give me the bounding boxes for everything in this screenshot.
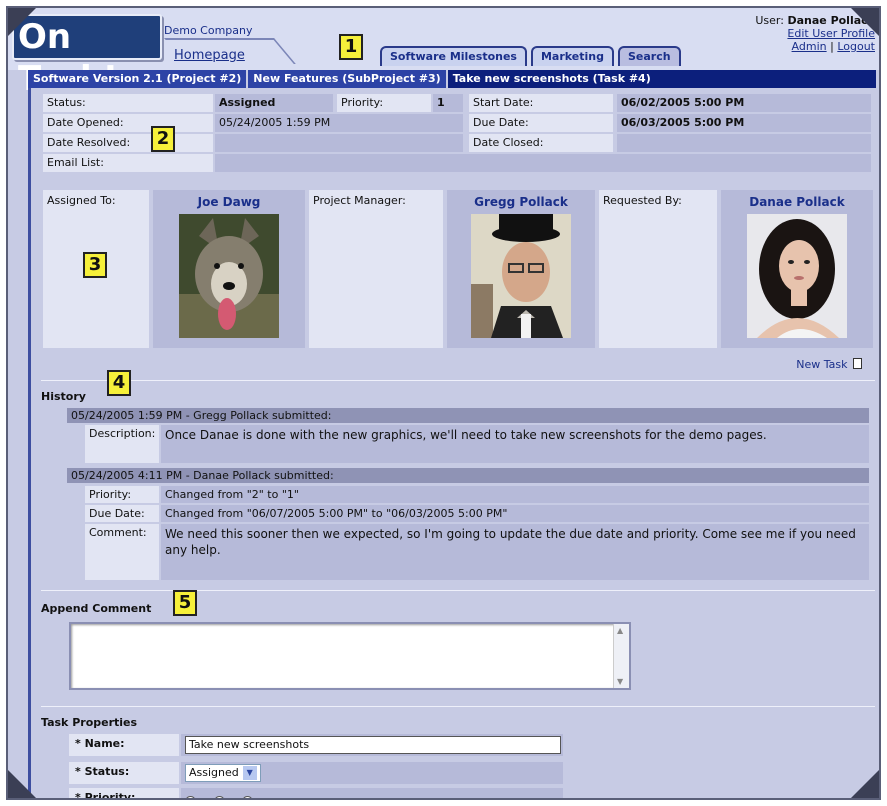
- priority-radio-2[interactable]: [213, 796, 225, 798]
- app-window: On Task! Demo Company Homepage User: Dan…: [6, 6, 881, 800]
- assigned-to-cell: Joe Dawg: [153, 190, 305, 348]
- divider-history: [41, 380, 875, 381]
- date-opened-label: Date Opened:: [43, 114, 213, 132]
- append-comment-textarea[interactable]: ▲ ▼: [69, 622, 631, 690]
- start-date-label: Start Date:: [469, 94, 613, 112]
- status-label: Status:: [43, 94, 213, 112]
- user-label: User:: [755, 14, 784, 27]
- tab-bar: Software Milestones Marketing Search: [380, 46, 681, 66]
- page-icon: [853, 358, 862, 369]
- link-separator: |: [830, 40, 834, 53]
- callout-4: 4: [107, 370, 131, 396]
- man-photo: [471, 214, 571, 338]
- priority-label: Priority:: [337, 94, 431, 112]
- priority-field-cell: [181, 788, 563, 798]
- email-list-label: Email List:: [43, 154, 213, 172]
- start-date-value: 06/02/2005 5:00 PM: [617, 94, 871, 112]
- date-resolved-label: Date Resolved:: [43, 134, 213, 152]
- breadcrumb-project[interactable]: Software Version 2.1 (Project #2): [28, 70, 249, 88]
- history-due-value: Changed from "06/07/2005 5:00 PM" to "06…: [161, 505, 869, 522]
- date-resolved-value: [215, 134, 463, 152]
- history-comment-value: We need this sooner then we expected, so…: [161, 524, 869, 580]
- callout-3: 3: [83, 252, 107, 278]
- people-panel: Assigned To: Joe Dawg Project Manager: G…: [43, 190, 873, 348]
- textarea-scrollbar[interactable]: ▲ ▼: [613, 624, 629, 688]
- status-field-label: * Status:: [69, 762, 179, 784]
- admin-link[interactable]: Admin: [792, 40, 827, 53]
- history-due-label: Due Date:: [85, 505, 159, 522]
- date-opened-value: 05/24/2005 1:59 PM: [215, 114, 463, 132]
- requested-by-cell: Danae Pollack: [721, 190, 873, 348]
- requested-by-text: Requested By:: [603, 194, 682, 207]
- append-comment-title: Append Comment: [41, 602, 152, 615]
- status-value: Assigned: [215, 94, 333, 112]
- history-comment-label: Comment:: [85, 524, 159, 580]
- assigned-to-text: Assigned To:: [47, 194, 116, 207]
- logout-link[interactable]: Logout: [837, 40, 875, 53]
- priority-field-label: * Priority:: [69, 788, 179, 798]
- assigned-to-name[interactable]: Joe Dawg: [153, 195, 305, 209]
- history-entry-2-header: 05/24/2005 4:11 PM - Danae Pollack submi…: [67, 468, 869, 483]
- date-closed-label: Date Closed:: [469, 134, 613, 152]
- status-select-value: Assigned: [189, 766, 239, 779]
- history-title: History: [41, 390, 86, 403]
- status-field-cell: Assigned ▼: [181, 762, 563, 784]
- user-box: User: Danae Pollack Edit User Profile Ad…: [755, 14, 875, 53]
- project-manager-text: Project Manager:: [313, 194, 406, 207]
- due-date-value: 06/03/2005 5:00 PM: [617, 114, 871, 132]
- history-priority-label: Priority:: [85, 486, 159, 503]
- divider-append: [41, 590, 875, 591]
- requested-by-label: Requested By:: [599, 190, 717, 348]
- tab-software-milestones[interactable]: Software Milestones: [380, 46, 527, 66]
- name-label: * Name:: [69, 734, 179, 756]
- project-manager-label: Project Manager:: [309, 190, 443, 348]
- email-list-value: [215, 154, 871, 172]
- date-closed-value: [617, 134, 871, 152]
- task-properties-title: Task Properties: [41, 716, 138, 729]
- history-description-label: Description:: [85, 425, 159, 463]
- history-description-value: Once Danae is done with the new graphics…: [161, 425, 869, 463]
- priority-radio-3[interactable]: [242, 796, 253, 798]
- project-manager-name[interactable]: Gregg Pollack: [447, 195, 595, 209]
- dog-photo: [179, 214, 279, 338]
- edit-profile-link[interactable]: Edit User Profile: [787, 27, 875, 40]
- scroll-down-icon[interactable]: ▼: [617, 677, 623, 686]
- tab-search[interactable]: Search: [618, 46, 681, 66]
- main-content: Status: Assigned Priority: 1 Start Date:…: [28, 88, 876, 798]
- breadcrumb: Software Version 2.1 (Project #2) New Fe…: [28, 70, 876, 88]
- requested-by-name[interactable]: Danae Pollack: [721, 195, 873, 209]
- app-logo[interactable]: On Task!: [12, 14, 162, 99]
- breadcrumb-subproject[interactable]: New Features (SubProject #3): [248, 70, 448, 88]
- name-field-cell: Take new screenshots: [181, 734, 563, 756]
- tab-marketing[interactable]: Marketing: [530, 46, 614, 66]
- new-task-label: New Task: [796, 358, 848, 371]
- header: On Task! Demo Company Homepage User: Dan…: [8, 8, 879, 99]
- due-date-label: Due Date:: [469, 114, 613, 132]
- priority-radio-1[interactable]: [185, 796, 196, 798]
- divider-properties: [41, 706, 875, 707]
- homepage-link[interactable]: Homepage: [174, 48, 245, 63]
- status-select[interactable]: Assigned ▼: [185, 764, 261, 782]
- history-entry-1-header: 05/24/2005 1:59 PM - Gregg Pollack submi…: [67, 408, 869, 423]
- company-name: Demo Company: [164, 24, 253, 37]
- breadcrumb-task: Take new screenshots (Task #4): [447, 70, 656, 88]
- callout-5: 5: [173, 590, 197, 616]
- history-priority-value: Changed from "2" to "1": [161, 486, 869, 503]
- callout-1: 1: [339, 34, 363, 60]
- woman-photo: [747, 214, 847, 338]
- chevron-down-icon[interactable]: ▼: [242, 766, 257, 780]
- project-manager-cell: Gregg Pollack: [447, 190, 595, 348]
- new-task-link[interactable]: New Task: [796, 358, 862, 371]
- name-input[interactable]: Take new screenshots: [185, 736, 561, 754]
- callout-2: 2: [151, 126, 175, 152]
- priority-value: 1: [433, 94, 463, 112]
- scroll-up-icon[interactable]: ▲: [617, 626, 623, 635]
